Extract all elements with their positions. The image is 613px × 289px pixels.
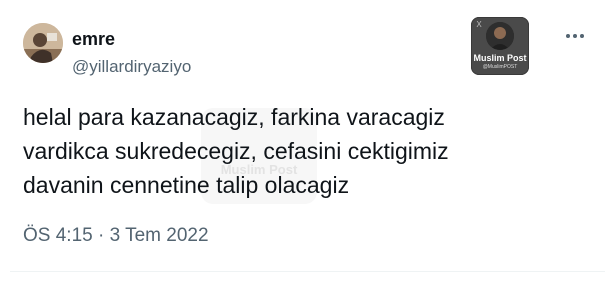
- user-handle[interactable]: @yillardiryaziyo: [72, 57, 191, 77]
- tweet-text-line: davanin cennetine talip olacagiz: [23, 172, 350, 198]
- muslim-post-badge: X Muslim Post @MuslimPOST: [471, 17, 529, 75]
- badge-photo: [486, 22, 514, 50]
- person-photo-icon: [486, 22, 514, 50]
- tweet-text: helal para kazanacagiz, farkina varacagi…: [23, 100, 583, 202]
- more-horizontal-icon: [566, 34, 584, 38]
- avatar-photo-icon: [23, 23, 63, 63]
- tweet-text-line: helal para kazanacagiz, farkina varacagi…: [23, 104, 445, 130]
- avatar[interactable]: [23, 23, 63, 63]
- divider: [10, 271, 605, 272]
- x-logo-icon: X: [476, 20, 482, 29]
- tweet-text-line: vardikca sukredecegiz, cefasini cektigim…: [23, 138, 449, 164]
- display-name[interactable]: emre: [72, 29, 115, 49]
- tweet-timestamp[interactable]: ÖS 4:15 · 3 Tem 2022: [23, 224, 209, 248]
- badge-title: Muslim Post: [473, 53, 527, 63]
- tweet-card: Muslim Post emre @yillardiryaziyo X Musl…: [0, 0, 613, 289]
- badge-handle: @MuslimPOST: [482, 64, 518, 70]
- more-options-button[interactable]: [560, 26, 590, 46]
